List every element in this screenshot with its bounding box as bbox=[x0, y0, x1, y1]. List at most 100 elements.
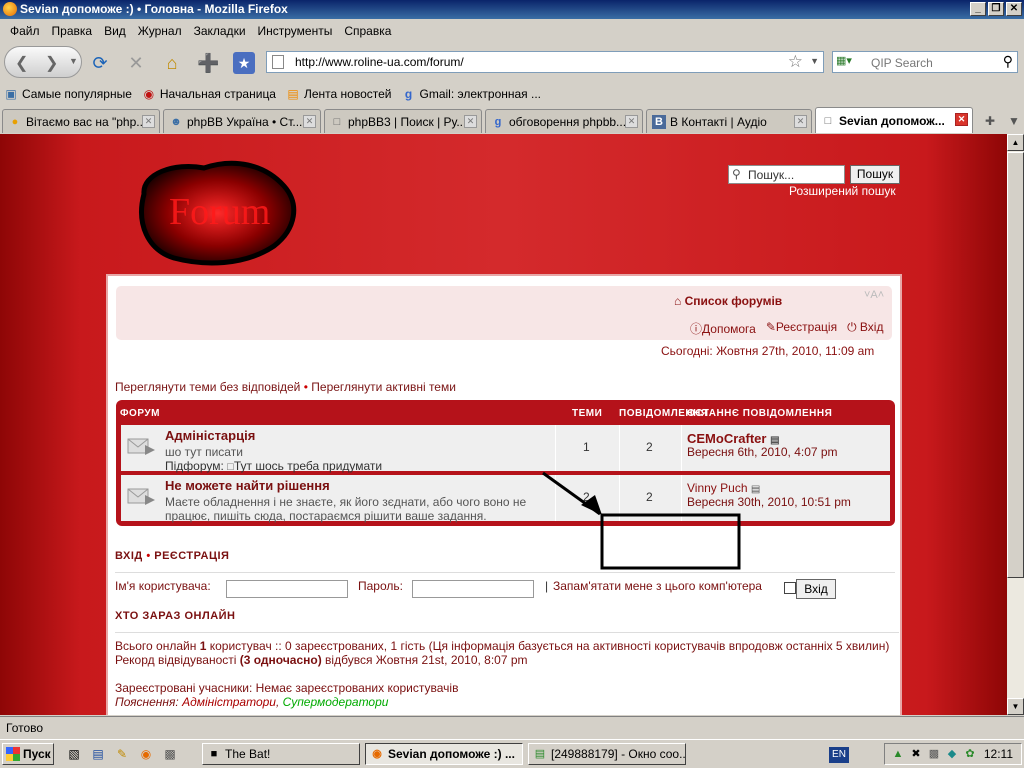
register-heading-link[interactable]: РЕЄСТРАЦІЯ bbox=[154, 550, 229, 562]
windows-taskbar: Пуск ▧ ▤ ✎ ◉ ▩ ■ The Bat! ◉ Sevian допом… bbox=[0, 739, 1024, 768]
tray-shield-icon[interactable]: ◆ bbox=[945, 747, 959, 761]
login-heading: ВХІД • РЕЄСТРАЦІЯ bbox=[115, 550, 230, 562]
bookmark-start-page[interactable]: ◉ Начальная страница bbox=[142, 87, 276, 101]
topics-cell: 1 bbox=[555, 425, 619, 471]
search-box[interactable]: ▦▾ QIP Search ⚲ bbox=[832, 51, 1018, 73]
forward-arrow-icon[interactable]: ❯ bbox=[45, 53, 58, 73]
username-field[interactable] bbox=[226, 580, 348, 598]
home-icon[interactable]: ⌂ bbox=[161, 52, 183, 74]
status-bar: Готово bbox=[0, 716, 1024, 738]
remember-me-checkbox[interactable] bbox=[784, 582, 796, 594]
forum-title-link[interactable]: Адміністарція bbox=[165, 428, 255, 443]
font-size-toggle[interactable]: ˅A˄ bbox=[864, 289, 884, 301]
language-indicator[interactable]: EN bbox=[829, 747, 849, 763]
close-tab-icon[interactable]: ✕ bbox=[303, 115, 316, 128]
tab-phpbb-ukraine[interactable]: ☻ phpBB Україна • Ст... ✕ bbox=[163, 109, 321, 133]
quicklaunch-firefox-icon[interactable]: ◉ bbox=[138, 746, 154, 762]
tab-welcome[interactable]: ● Вітаємо вас на "php... ✕ bbox=[2, 109, 160, 133]
menu-tools[interactable]: Инструменты bbox=[252, 24, 339, 38]
search-input[interactable]: QIP Search bbox=[871, 56, 933, 70]
login-heading-link[interactable]: ВХІД bbox=[115, 550, 143, 562]
url-dropdown-icon[interactable]: ▼ bbox=[810, 56, 819, 66]
forum-search-input[interactable]: ⚲ Пошук... bbox=[728, 165, 845, 184]
view-latest-icon[interactable]: ▤ bbox=[751, 484, 760, 495]
menu-file[interactable]: Файл bbox=[4, 24, 46, 38]
scrollbar-thumb[interactable] bbox=[1007, 152, 1024, 578]
task-the-bat[interactable]: ■ The Bat! bbox=[202, 743, 360, 765]
online-record: Рекорд відвідуваності (3 одночасно) відб… bbox=[115, 653, 528, 667]
windows-logo-icon bbox=[6, 747, 20, 761]
tab-dropdown-icon[interactable]: ▼ bbox=[1004, 111, 1024, 131]
search-engine-icon[interactable]: ▦▾ bbox=[836, 54, 864, 70]
new-tab-icon[interactable]: ➕ bbox=[197, 52, 219, 74]
tray-monitor-icon[interactable]: ▩ bbox=[927, 747, 941, 761]
forums-list-link[interactable]: ⌂ Список форумів bbox=[674, 294, 782, 308]
close-tab-icon[interactable]: ✕ bbox=[464, 115, 477, 128]
address-url[interactable]: http://www.roline-ua.com/forum/ bbox=[295, 55, 464, 69]
vertical-scrollbar[interactable]: ▲ ▼ bbox=[1007, 134, 1024, 715]
bat-icon: ■ bbox=[210, 748, 218, 760]
tab-discussion[interactable]: g обговорення phpbb... ✕ bbox=[485, 109, 643, 133]
forum-title-link[interactable]: Не можете найти рішення bbox=[165, 478, 330, 493]
menu-edit[interactable]: Правка bbox=[46, 24, 99, 38]
menu-help[interactable]: Справка bbox=[338, 24, 397, 38]
help-link[interactable]: ⓘДопомога bbox=[690, 320, 756, 337]
bookmark-star-icon[interactable]: ★ bbox=[233, 52, 255, 74]
forum-search-button[interactable]: Пошук bbox=[850, 165, 900, 184]
bookmark-most-visited[interactable]: ▣ Самые популярные bbox=[4, 87, 132, 101]
tab-vkontakte[interactable]: B В Контакті | Аудіо ✕ bbox=[646, 109, 812, 133]
legend-moderators[interactable]: Супермодератори bbox=[283, 695, 389, 709]
close-button[interactable]: ✕ bbox=[1006, 2, 1022, 16]
google-icon: g bbox=[494, 115, 502, 128]
back-forward-buttons[interactable]: ❮ ❯ ▼ bbox=[4, 46, 82, 78]
minimize-button[interactable]: _ bbox=[970, 2, 986, 16]
subforum-link[interactable]: Тут шось треба придумати bbox=[234, 459, 382, 473]
restore-button[interactable]: ❐ bbox=[988, 2, 1004, 16]
stop-icon[interactable]: ✕ bbox=[125, 52, 147, 74]
star-icon[interactable]: ☆ bbox=[788, 52, 803, 72]
unanswered-topics-link[interactable]: Переглянути теми без відповідей bbox=[115, 380, 300, 394]
menu-bookmarks[interactable]: Закладки bbox=[188, 24, 252, 38]
start-button[interactable]: Пуск bbox=[2, 743, 54, 765]
username-label: Ім'я користувача: bbox=[115, 579, 211, 593]
close-tab-icon[interactable]: ✕ bbox=[955, 113, 968, 126]
search-icon[interactable]: ⚲ bbox=[1003, 53, 1013, 70]
password-field[interactable] bbox=[412, 580, 534, 598]
task-chat-window[interactable]: ▤ [249888179] - Окно соо... bbox=[528, 743, 686, 765]
tab-sevian-active[interactable]: □ Sevian допомож... ✕ bbox=[815, 107, 973, 133]
scroll-up-icon[interactable]: ▲ bbox=[1007, 134, 1024, 151]
task-firefox[interactable]: ◉ Sevian допоможе :) ... bbox=[365, 743, 523, 765]
quicklaunch-calculator-icon[interactable]: ▩ bbox=[162, 746, 178, 762]
scroll-down-icon[interactable]: ▼ bbox=[1007, 698, 1024, 715]
tray-flower-icon[interactable]: ✿ bbox=[963, 747, 977, 761]
menu-view[interactable]: Вид bbox=[98, 24, 132, 38]
advanced-search-link[interactable]: Розширений пошук bbox=[789, 184, 896, 198]
login-button[interactable]: Вхід bbox=[796, 579, 836, 599]
bookmark-news-feed[interactable]: ▤ Лента новостей bbox=[286, 87, 391, 101]
subforum-icon: □ bbox=[227, 461, 234, 473]
quicklaunch-notepad-icon[interactable]: ✎ bbox=[114, 746, 130, 762]
close-tab-icon[interactable]: ✕ bbox=[625, 115, 638, 128]
bookmark-gmail[interactable]: g Gmail: электронная ... bbox=[401, 87, 541, 101]
active-topics-link[interactable]: Переглянути активні теми bbox=[311, 380, 456, 394]
tab-list-icon[interactable]: ✚ bbox=[980, 111, 1000, 131]
address-bar[interactable]: http://www.roline-ua.com/forum/ ☆ ▼ bbox=[266, 51, 824, 73]
register-link[interactable]: ✎Реєстрація bbox=[766, 320, 837, 337]
tray-close-icon[interactable]: ✖ bbox=[909, 747, 923, 761]
login-link[interactable]: ⏻ Вхід bbox=[847, 320, 883, 337]
quicklaunch-scanner-icon[interactable]: ▧ bbox=[66, 746, 82, 762]
history-dropdown-icon[interactable]: ▼ bbox=[69, 56, 78, 66]
close-tab-icon[interactable]: ✕ bbox=[794, 115, 807, 128]
last-post-date: Вересня 6th, 2010, 4:07 pm bbox=[687, 445, 838, 459]
legend-admins[interactable]: Адміністратори bbox=[182, 695, 276, 709]
back-arrow-icon[interactable]: ❮ bbox=[15, 53, 28, 73]
tab-phpbb3-search[interactable]: □ phpBB3 | Поиск | Ру... ✕ bbox=[324, 109, 482, 133]
tray-network-icon[interactable]: ▲ bbox=[891, 747, 905, 761]
system-tray: ▲ ✖ ▩ ◆ ✿ 12:11 bbox=[884, 743, 1022, 765]
quicklaunch-desktop-icon[interactable]: ▤ bbox=[90, 746, 106, 762]
last-post-author[interactable]: СЕМоСrafter ▤ bbox=[687, 431, 780, 446]
chat-icon: ▤ bbox=[534, 748, 546, 760]
menu-history[interactable]: Журнал bbox=[132, 24, 188, 38]
reload-icon[interactable]: ⟳ bbox=[89, 52, 111, 74]
close-tab-icon[interactable]: ✕ bbox=[142, 115, 155, 128]
